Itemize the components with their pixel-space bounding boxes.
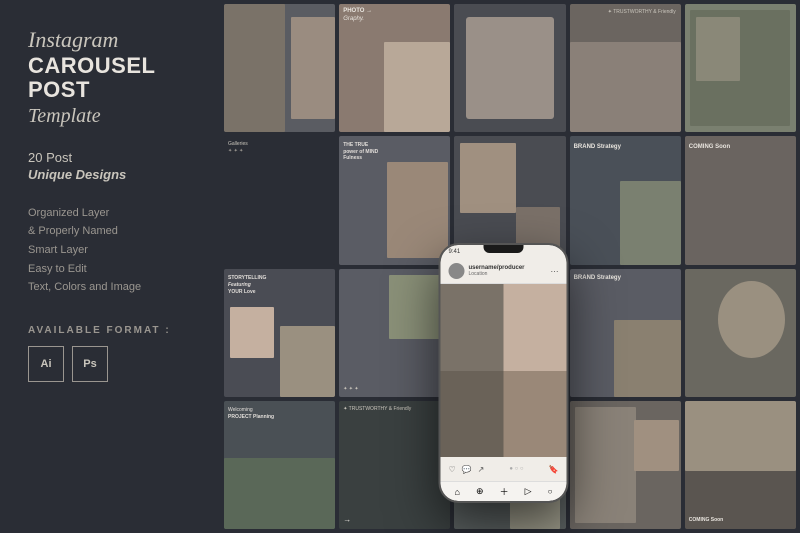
phone-content bbox=[441, 284, 567, 457]
brand-strategy-label-2: BRAND Strategy bbox=[574, 275, 621, 281]
preview-cell-10: COMING Soon bbox=[685, 136, 796, 264]
add-nav-icon[interactable]: ＋ bbox=[500, 485, 509, 498]
bookmark-icon[interactable]: 🔖 bbox=[549, 465, 559, 474]
preview-cell-17: ✦ TRUSTWORTHY & Friendly → bbox=[339, 401, 450, 529]
instagram-header: username/producer Location ··· bbox=[441, 259, 567, 284]
phone-img-block-2 bbox=[504, 284, 567, 371]
preview-cell-20: COMING Soon bbox=[685, 401, 796, 529]
preview-cell-7: THE TRUE power of MIND Fulness bbox=[339, 136, 450, 264]
available-format-label: AVAILABLE FORMAT : bbox=[28, 325, 192, 336]
feature-item-2: & Properly Named bbox=[28, 222, 192, 241]
phone-img-block-4 bbox=[504, 371, 567, 458]
phone-notch bbox=[484, 245, 524, 253]
dots-indicator: ● ○ ○ bbox=[509, 466, 523, 472]
home-nav-icon[interactable]: ⌂ bbox=[455, 487, 460, 497]
search-nav-icon[interactable]: ⊕ bbox=[476, 486, 484, 497]
phone-overlay: 9:41 username/producer Location ··· bbox=[439, 243, 569, 503]
title-instagram: Instagram bbox=[28, 28, 192, 52]
coming-soon-label-1: COMING Soon bbox=[689, 144, 730, 150]
share-icon[interactable]: ↗ bbox=[478, 465, 485, 474]
preview-cell-9: BRAND Strategy bbox=[570, 136, 681, 264]
reels-nav-icon[interactable]: ▷ bbox=[525, 486, 532, 497]
title-template: Template bbox=[28, 105, 192, 128]
comment-icon[interactable]: 💬 bbox=[462, 465, 472, 474]
galleries-label-1: Galleries bbox=[228, 141, 248, 147]
phone-screen: 9:41 username/producer Location ··· bbox=[441, 245, 567, 501]
unique-designs: Unique Designs bbox=[28, 167, 192, 182]
brand-strategy-label-1: BRAND Strategy bbox=[574, 144, 621, 150]
feature-item-4: Easy to Edit bbox=[28, 260, 192, 279]
preview-cell-6: Galleries ✦ ✦ ✦ bbox=[224, 136, 335, 264]
phone-actions: ♡ 💬 ↗ ● ○ ○ 🔖 bbox=[441, 457, 567, 481]
preview-cell-16: Welcoming PROJECT Planning bbox=[224, 401, 335, 529]
phone-bottom-nav: ⌂ ⊕ ＋ ▷ ○ bbox=[441, 481, 567, 501]
ps-badge: Ps bbox=[72, 346, 108, 382]
preview-cell-19 bbox=[570, 401, 681, 529]
storytelling-label: STORYTELLING Featuring YOUR Love bbox=[228, 275, 266, 296]
phone-frame: 9:41 username/producer Location ··· bbox=[439, 243, 569, 503]
trustworthy-label-2: ✦ TRUSTWORTHY & Friendly bbox=[343, 406, 411, 412]
preview-cell-3 bbox=[454, 4, 565, 132]
phone-img-block-3 bbox=[441, 371, 504, 458]
title-carousel: CAROUSEL POST bbox=[28, 54, 192, 102]
post-count: 20 Post bbox=[28, 150, 192, 165]
left-panel: Instagram CAROUSEL POST Template 20 Post… bbox=[0, 0, 220, 533]
preview-cell-4: ✦ TRUSTWORTHY & Friendly bbox=[570, 4, 681, 132]
preview-cell-14: BRAND Strategy bbox=[570, 269, 681, 397]
preview-cell-12: ✦ ✦ ✦ bbox=[339, 269, 450, 397]
the-true-label: THE TRUE power of MIND Fulness bbox=[343, 142, 378, 162]
profile-nav-icon[interactable]: ○ bbox=[548, 487, 553, 496]
phone-img-block-1 bbox=[441, 284, 504, 371]
format-badges: Ai Ps bbox=[28, 346, 192, 382]
feature-item-1: Organized Layer bbox=[28, 204, 192, 223]
feature-item-3: Smart Layer bbox=[28, 241, 192, 260]
preview-cell-1 bbox=[224, 4, 335, 132]
preview-cell-11: STORYTELLING Featuring YOUR Love bbox=[224, 269, 335, 397]
avatar bbox=[449, 263, 465, 279]
heart-icon[interactable]: ♡ bbox=[449, 465, 456, 474]
trustworthy-label-1: ✦ TRUSTWORTHY & Friendly bbox=[608, 9, 676, 15]
preview-cell-5 bbox=[685, 4, 796, 132]
preview-cell-15 bbox=[685, 269, 796, 397]
more-icon[interactable]: ··· bbox=[551, 267, 559, 276]
coming-soon-label-2: COMING Soon bbox=[689, 517, 723, 523]
photography-label: Graphy. bbox=[343, 16, 364, 22]
feature-item-5: Text, Colors and Image bbox=[28, 278, 192, 297]
instagram-location: Location bbox=[469, 271, 525, 277]
features-list: Organized Layer & Properly Named Smart L… bbox=[28, 204, 192, 297]
photo-label: PHOTO → bbox=[343, 8, 372, 14]
right-panel: PHOTO → Graphy. ✦ TRUSTWORTHY & Friendly… bbox=[220, 0, 800, 533]
ai-badge: Ai bbox=[28, 346, 64, 382]
preview-cell-2: PHOTO → Graphy. bbox=[339, 4, 450, 132]
